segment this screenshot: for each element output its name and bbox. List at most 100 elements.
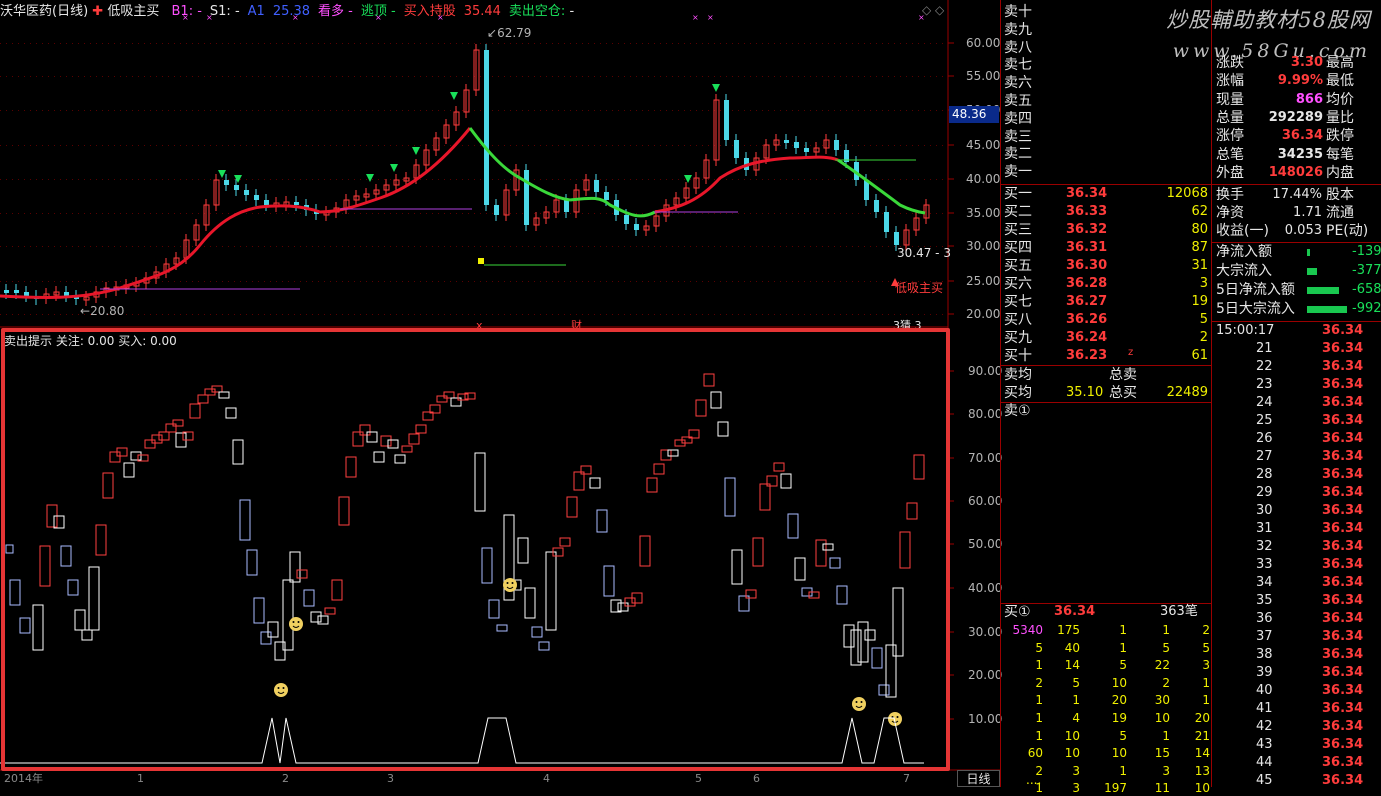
grid-dot xyxy=(756,213,757,214)
grid-dot xyxy=(708,314,709,315)
grid-dot xyxy=(282,43,283,44)
grid-dot xyxy=(912,314,913,315)
quote-label: 总笔 xyxy=(1216,146,1244,163)
grid-dot xyxy=(84,246,85,247)
grid-dot xyxy=(810,110,811,111)
grid-dot xyxy=(270,43,271,44)
grid-dot xyxy=(492,43,493,44)
grid-dot xyxy=(792,43,793,44)
grid-dot xyxy=(654,246,655,247)
grid-dot xyxy=(72,246,73,247)
buy-queue-cell: 1 xyxy=(1119,763,1127,778)
grid-dot xyxy=(282,314,283,315)
tick-price: 36.34 xyxy=(1322,413,1364,428)
flow-bar xyxy=(1307,306,1347,313)
tick-price: 36.34 xyxy=(1322,539,1364,554)
oscillator-axis-label: 30.00 xyxy=(968,625,1003,639)
grid-dot xyxy=(684,145,685,146)
grid-dot xyxy=(810,281,811,282)
grid-dot xyxy=(744,314,745,315)
oscillator-axis-label: 90.00 xyxy=(968,364,1003,378)
grid-dot xyxy=(36,43,37,44)
grid-dot xyxy=(174,246,175,247)
grid-dot xyxy=(486,246,487,247)
quote-label: 最低 xyxy=(1326,73,1354,90)
grid-dot xyxy=(594,179,595,180)
grid-dot xyxy=(588,76,589,77)
grid-dot xyxy=(660,246,661,247)
grid-dot xyxy=(150,43,151,44)
grid-dot xyxy=(900,314,901,315)
grid-dot xyxy=(0,213,1,214)
grid-dot xyxy=(450,145,451,146)
grid-dot xyxy=(534,314,535,315)
grid-dot xyxy=(240,145,241,146)
candle-body xyxy=(24,292,29,296)
grid-dot xyxy=(708,110,709,111)
grid-dot xyxy=(468,43,469,44)
grid-dot xyxy=(210,213,211,214)
grid-dot xyxy=(798,213,799,214)
grid-dot xyxy=(78,43,79,44)
grid-dot xyxy=(780,179,781,180)
grid-dot xyxy=(462,43,463,44)
grid-dot xyxy=(516,281,517,282)
candle-body xyxy=(794,142,799,148)
grid-dot xyxy=(24,213,25,214)
grid-dot xyxy=(666,145,667,146)
chart-header: 沃华医药(日线) ✚ 低吸主买 B1: - S1: - A1 25.38 看多 - 逃顶 … xyxy=(0,4,574,20)
grid-dot xyxy=(156,145,157,146)
grid-dot xyxy=(192,314,193,315)
tick-price: 36.34 xyxy=(1322,575,1364,590)
grid-dot xyxy=(372,179,373,180)
grid-dot xyxy=(180,213,181,214)
grid-dot xyxy=(336,179,337,180)
grid-dot xyxy=(882,145,883,146)
grid-dot xyxy=(372,314,373,315)
grid-dot xyxy=(48,281,49,282)
grid-dot xyxy=(618,110,619,111)
grid-dot xyxy=(552,43,553,44)
grid-dot xyxy=(168,43,169,44)
grid-dot xyxy=(600,76,601,77)
grid-dot xyxy=(222,246,223,247)
grid-dot xyxy=(18,110,19,111)
grid-dot xyxy=(720,246,721,247)
grid-dot xyxy=(204,76,205,77)
grid-dot xyxy=(6,145,7,146)
grid-dot xyxy=(522,314,523,315)
grid-dot xyxy=(606,76,607,77)
grid-dot xyxy=(474,213,475,214)
grid-dot xyxy=(636,43,637,44)
grid-dot xyxy=(942,145,943,146)
grid-dot xyxy=(822,43,823,44)
grid-dot xyxy=(576,246,577,247)
orderbook-sep xyxy=(1001,365,1211,366)
period-button[interactable]: 日线 xyxy=(957,770,1000,787)
grid-dot xyxy=(96,213,97,214)
grid-dot xyxy=(390,213,391,214)
grid-dot xyxy=(336,314,337,315)
grid-dot xyxy=(666,179,667,180)
grid-dot xyxy=(246,281,247,282)
grid-dot xyxy=(768,213,769,214)
grid-dot xyxy=(120,179,121,180)
chart-mode-icons[interactable]: ◇ ◇ xyxy=(922,2,944,18)
quote-value: 866 xyxy=(1295,91,1323,107)
grid-dot xyxy=(108,110,109,111)
grid-dot xyxy=(468,281,469,282)
grid-dot xyxy=(894,76,895,77)
grid-dot xyxy=(414,110,415,111)
buy-avg-value: 35.10 xyxy=(1066,385,1104,400)
grid-dot xyxy=(660,110,661,111)
grid-dot xyxy=(846,110,847,111)
grid-dot xyxy=(108,246,109,247)
grid-dot xyxy=(12,179,13,180)
sell-level-label: 卖一 xyxy=(1004,164,1032,181)
grid-dot xyxy=(138,145,139,146)
grid-dot xyxy=(216,110,217,111)
grid-dot xyxy=(192,213,193,214)
grid-dot xyxy=(252,213,253,214)
grid-dot xyxy=(696,76,697,77)
grid-dot xyxy=(570,76,571,77)
